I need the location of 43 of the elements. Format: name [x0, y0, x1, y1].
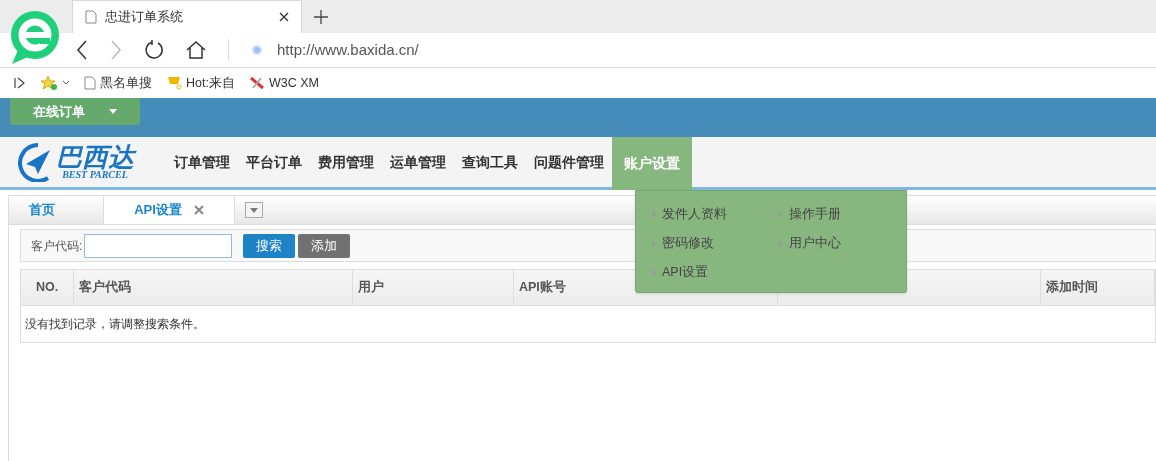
page-icon: [84, 76, 96, 90]
tab-title: 忠进订单系统: [105, 8, 184, 27]
browser-logo-icon: [10, 10, 60, 64]
nav-item[interactable]: 查询工具: [454, 137, 526, 187]
home-icon[interactable]: [186, 40, 206, 60]
search-label: 客户代码:: [31, 237, 83, 255]
url-field[interactable]: http://www.baxida.cn/: [277, 38, 419, 62]
action-button[interactable]: 搜索: [243, 233, 296, 258]
empty-message: 没有找到记录，请调整搜索条件。: [24, 316, 206, 333]
logo-tagline: BEST PARCEL: [62, 170, 128, 180]
column-header: 客户代码: [74, 270, 353, 305]
nav-item[interactable]: 问题件管理: [526, 137, 612, 187]
column-header: 添加时间: [1041, 270, 1155, 305]
action-button[interactable]: 添加: [298, 233, 351, 258]
menu-item[interactable]: 发件人资料: [652, 205, 779, 224]
caret-icon: [250, 207, 258, 213]
paper-plane-icon: [18, 142, 52, 182]
tab-menu-button[interactable]: [245, 202, 263, 218]
nav-item[interactable]: 平台订单: [238, 137, 310, 187]
new-tab-icon[interactable]: [314, 10, 328, 24]
menu-item[interactable]: 操作手册: [779, 205, 906, 224]
close-icon[interactable]: [279, 12, 289, 22]
column-header: 用户: [353, 270, 514, 305]
bookmark[interactable]: Hot:来自: [166, 73, 235, 93]
bookmark[interactable]: 黑名单搜: [84, 73, 152, 93]
sidebar-toggle-icon[interactable]: [14, 77, 26, 89]
site-icon: [251, 44, 263, 56]
menu-item[interactable]: 密码修改: [652, 234, 779, 253]
browser-tab[interactable]: 忠进订单系统: [72, 0, 302, 33]
search-field[interactable]: [84, 233, 233, 258]
nav-item[interactable]: 费用管理: [310, 137, 382, 187]
page-tab[interactable]: API设置: [104, 196, 235, 224]
nav-item[interactable]: 运单管理: [382, 137, 454, 187]
reload-icon[interactable]: [144, 40, 164, 60]
star-icon[interactable]: [40, 75, 58, 91]
column-header: NO.: [21, 270, 74, 305]
menu-item[interactable]: 用户中心: [779, 234, 906, 253]
caret-icon: [109, 109, 117, 114]
bookmark[interactable]: W3C XM: [248, 73, 319, 93]
chevron-down-icon[interactable]: [62, 80, 70, 86]
nav-item[interactable]: 订单管理: [166, 137, 238, 187]
back-icon[interactable]: [76, 40, 88, 60]
page-icon: [85, 10, 97, 24]
